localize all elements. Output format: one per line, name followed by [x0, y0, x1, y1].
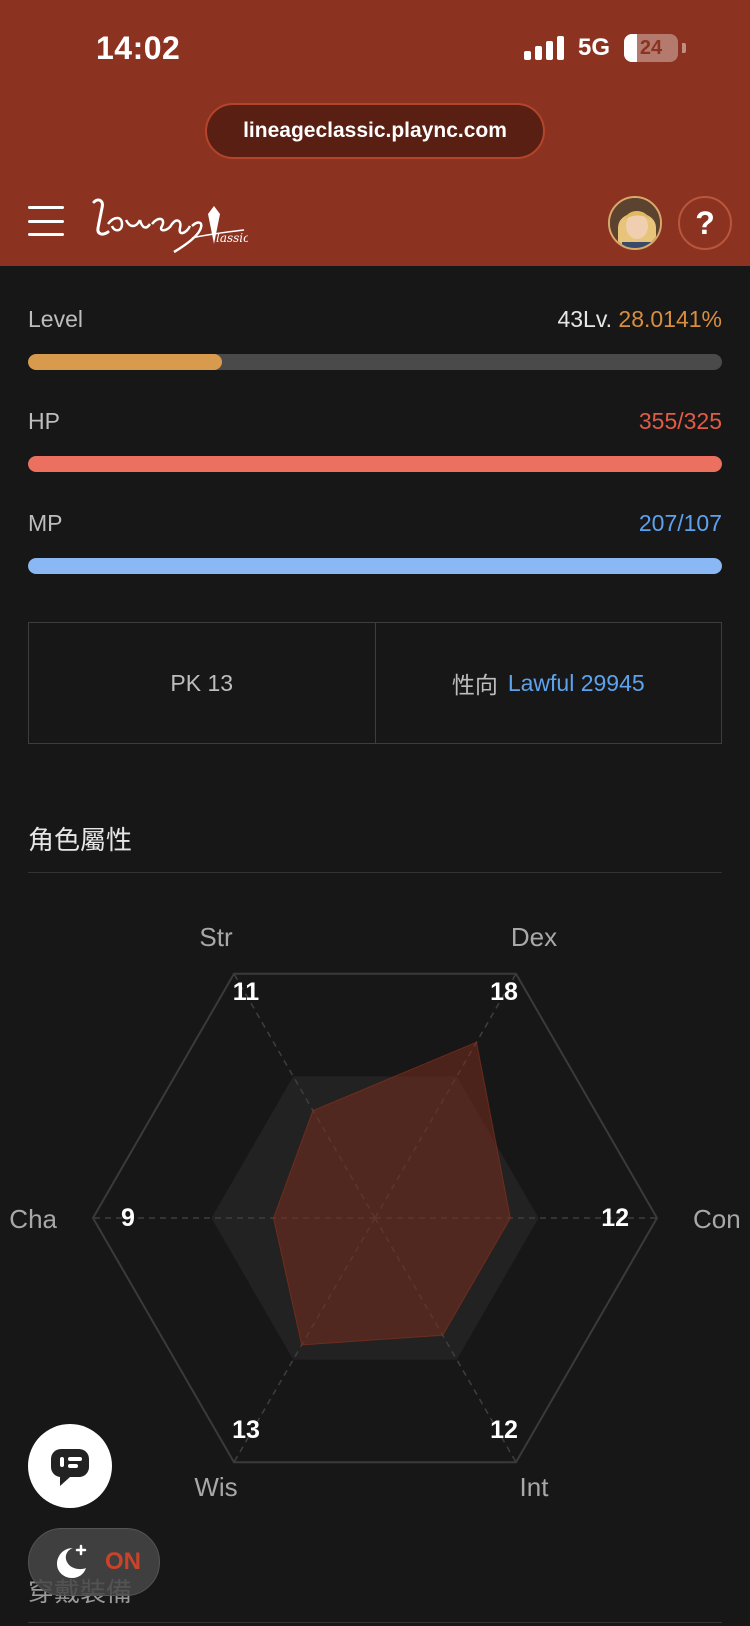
attributes-divider [28, 872, 722, 873]
user-avatar[interactable] [608, 196, 662, 250]
attributes-radar-chart: Str11Dex18Con12Int12Wis13Cha 9 [9, 922, 741, 1502]
radar-value-str: 11 [233, 978, 260, 1006]
signal-icon [523, 36, 564, 60]
hp-label: HP [28, 408, 60, 434]
radar-label-dex: Dex [511, 922, 557, 952]
radar-label-cha: Cha [9, 1204, 57, 1234]
attributes-title: 角色屬性 [28, 825, 133, 855]
menu-button[interactable] [28, 206, 64, 236]
radar-value-int: 12 [490, 1416, 518, 1444]
alignment-label: 性向 [451, 672, 498, 698]
battery-icon: 24 [624, 34, 678, 62]
status-time: 14:02 [96, 30, 181, 66]
equipment-divider [28, 1622, 722, 1623]
mp-bar [28, 558, 722, 574]
lineage-classic-logo[interactable]: lassic [88, 194, 248, 258]
moon-icon [57, 1544, 87, 1578]
level-progress-fill [28, 354, 223, 370]
battery-tip [682, 43, 686, 53]
chat-button[interactable] [28, 1424, 112, 1508]
pk-alignment-box: PK 13 性向 Lawful 29945 [28, 622, 722, 744]
top-bar: 14:02 5G 24 lineageclassic.plaync.com la… [0, 0, 750, 266]
mp-label: MP [28, 510, 63, 536]
hp-bar-fill [28, 456, 722, 472]
level-percent: 28.0141% [618, 306, 722, 332]
hp-value: 355/325 [638, 408, 722, 434]
status-icons: 5G 24 [523, 34, 686, 62]
level-number: 43Lv. [557, 306, 613, 332]
hp-bar [28, 456, 722, 472]
battery-level: 24 [639, 37, 663, 59]
radar-value-wis: 13 [232, 1416, 260, 1444]
night-mode-toggle[interactable]: ON [28, 1528, 160, 1596]
radar-label-int: Int [520, 1472, 550, 1502]
help-button[interactable]: ? [678, 196, 732, 250]
alignment-cell: 性向 Lawful 29945 [374, 623, 722, 743]
mp-bar-fill [28, 558, 722, 574]
radar-label-str: Str [199, 922, 233, 952]
pk-cell: PK 13 [29, 623, 375, 743]
chat-icon [51, 1449, 89, 1486]
pk-count: PK 13 [170, 669, 234, 696]
level-label: Level [28, 306, 83, 332]
radar-value-dex: 18 [490, 978, 518, 1006]
radar-value-cha: 9 [121, 1204, 135, 1232]
url-bar[interactable]: lineageclassic.plaync.com [205, 103, 545, 159]
radar-value-con: 12 [601, 1204, 629, 1232]
level-value: 43Lv. 28.0141% [557, 306, 722, 333]
radar-label-wis: Wis [194, 1472, 237, 1502]
alignment-value: Lawful 29945 [507, 669, 645, 696]
level-progress-bar [28, 354, 722, 370]
mp-value: 207/107 [638, 510, 722, 536]
svg-text:lassic: lassic [216, 231, 248, 245]
network-type: 5G [577, 34, 610, 61]
radar-label-con: Con [693, 1204, 741, 1234]
night-mode-state: ON [105, 1548, 141, 1575]
